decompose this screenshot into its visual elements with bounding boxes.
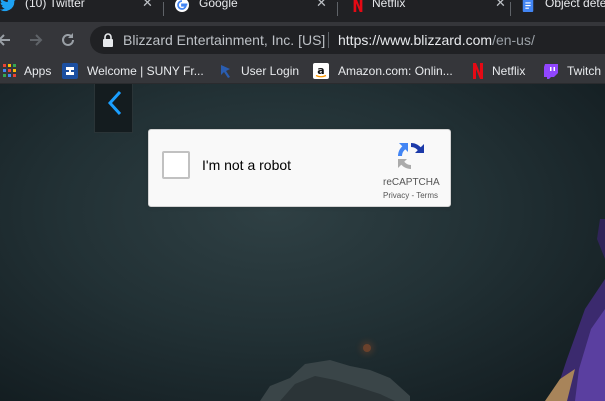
forward-button[interactable]: [26, 30, 46, 50]
privacy-link[interactable]: Privacy: [383, 191, 409, 200]
bookmark-label: Apps: [24, 64, 52, 78]
omnibox-divider: [328, 32, 329, 48]
bookmark-twitch[interactable]: Twitch: [543, 62, 605, 80]
bookmark-user-login[interactable]: User Login: [218, 62, 303, 80]
svg-text:a: a: [317, 64, 324, 77]
bookmark-label: Netflix: [492, 64, 526, 78]
bookmark-label: Twitch: [567, 64, 602, 78]
docs-icon: [522, 0, 534, 12]
twitch-icon: [544, 64, 558, 79]
tab-close-icon[interactable]: ✕: [316, 0, 327, 10]
carousel-prev-button[interactable]: [94, 84, 133, 133]
recaptcha-checkbox[interactable]: [162, 151, 190, 179]
tab-title: (10) Twitter: [25, 0, 85, 10]
recaptcha-links: Privacy - Terms: [383, 191, 438, 200]
browser-window: (10) Twitter ✕ Google ✕ Netflix ✕ Object…: [0, 0, 605, 401]
tab-netflix[interactable]: Netflix ✕: [350, 0, 510, 22]
back-arrow-icon: [0, 34, 10, 46]
tab-title: Netflix: [372, 0, 406, 10]
recaptcha-label: I'm not a robot: [202, 157, 292, 173]
netflix-icon: [353, 0, 363, 12]
bookmarks-bar: Apps Welcome | SUNY Fr... User Login a A…: [0, 58, 605, 84]
tab-divider: [337, 2, 338, 16]
twitter-icon: [0, 0, 16, 12]
recaptcha-widget: I'm not a robot reCAPTCHA Privacy - Term…: [148, 129, 451, 207]
user-login-icon: [221, 65, 230, 78]
google-icon: [175, 0, 189, 12]
page-content: I'm not a robot reCAPTCHA Privacy - Term…: [0, 84, 605, 401]
background-ember: [363, 344, 371, 352]
tab-title: Google: [199, 0, 238, 10]
lock-icon: [103, 33, 113, 47]
bookmark-label: User Login: [241, 64, 300, 78]
tab-divider: [163, 2, 164, 16]
bookmark-netflix[interactable]: Netflix: [470, 62, 530, 80]
back-button[interactable]: [0, 30, 14, 50]
amazon-icon: a: [313, 63, 329, 79]
terms-link[interactable]: Terms: [416, 191, 438, 200]
reload-icon: [62, 33, 74, 46]
hero-artwork: [545, 219, 605, 401]
recaptcha-logo-icon: [397, 142, 424, 170]
tab-google[interactable]: Google ✕: [174, 0, 334, 22]
forward-arrow-icon: [30, 34, 43, 46]
url-text[interactable]: https://www.blizzard.com/en-us/: [338, 32, 535, 48]
tab-divider: [510, 2, 511, 16]
apps-icon: [3, 64, 16, 77]
site-identity[interactable]: Blizzard Entertainment, Inc. [US]: [123, 32, 325, 48]
tab-close-icon[interactable]: ✕: [142, 0, 153, 10]
bookmark-apps[interactable]: Apps: [2, 62, 52, 80]
background-rocks: [260, 360, 410, 401]
netflix-icon: [473, 63, 483, 79]
tab-close-icon[interactable]: ✕: [495, 0, 506, 10]
url-path: /en-us/: [492, 32, 535, 48]
tab-object-detection[interactable]: Object dete: [520, 0, 605, 22]
chevron-left-icon: [107, 90, 122, 116]
tab-title: Object dete: [545, 0, 605, 10]
url-host: https://www.blizzard.com: [338, 32, 493, 48]
tab-strip: (10) Twitter ✕ Google ✕ Netflix ✕ Object…: [0, 0, 605, 22]
reload-button[interactable]: [58, 30, 78, 50]
bookmark-amazon[interactable]: a Amazon.com: Onlin...: [313, 62, 458, 80]
browser-toolbar: Blizzard Entertainment, Inc. [US] https:…: [0, 22, 605, 58]
bookmark-suny[interactable]: Welcome | SUNY Fr...: [62, 62, 207, 80]
address-bar[interactable]: Blizzard Entertainment, Inc. [US] https:…: [90, 26, 605, 54]
suny-icon: [62, 63, 78, 79]
bookmark-label: Amazon.com: Onlin...: [338, 64, 453, 78]
bookmark-label: Welcome | SUNY Fr...: [87, 64, 204, 78]
tab-twitter[interactable]: (10) Twitter ✕: [0, 0, 160, 22]
recaptcha-brand: reCAPTCHA: [383, 177, 440, 188]
